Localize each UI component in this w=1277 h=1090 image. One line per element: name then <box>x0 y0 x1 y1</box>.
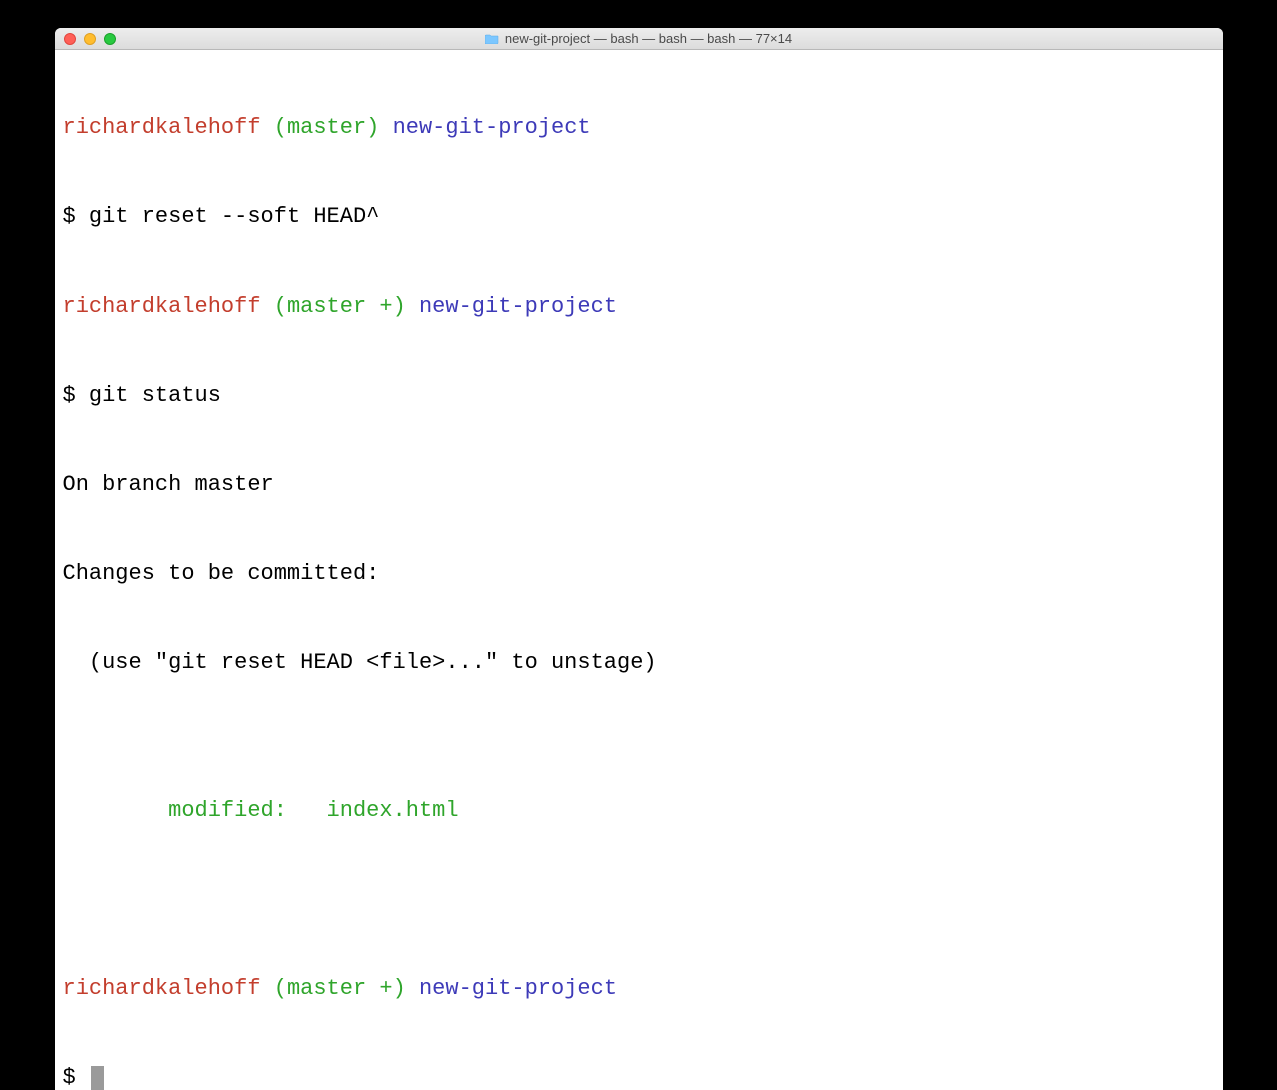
titlebar[interactable]: new-git-project — bash — bash — bash — 7… <box>55 28 1223 50</box>
traffic-lights <box>55 33 116 45</box>
close-icon[interactable] <box>64 33 76 45</box>
prompt-branch: (master +) <box>274 294 406 319</box>
output-unstage-hint: (use "git reset HEAD <file>..." to unsta… <box>63 648 1215 678</box>
output-blank-2 <box>63 885 1215 915</box>
command-status: git status <box>89 383 221 408</box>
folder-icon <box>485 33 499 44</box>
command-line-2: $ git status <box>63 381 1215 411</box>
active-prompt-line[interactable]: $ <box>63 1063 1215 1090</box>
prompt-project: new-git-project <box>419 976 617 1001</box>
maximize-icon[interactable] <box>104 33 116 45</box>
prompt-project: new-git-project <box>419 294 617 319</box>
cursor <box>91 1066 104 1090</box>
prompt-line-1: richardkalehoff (master) new-git-project <box>63 113 1215 143</box>
window-title: new-git-project — bash — bash — bash — 7… <box>55 31 1223 46</box>
prompt-symbol: $ <box>63 1065 76 1090</box>
output-modified: modified: index.html <box>63 796 1215 826</box>
prompt-line-3: richardkalehoff (master +) new-git-proje… <box>63 974 1215 1004</box>
terminal-content[interactable]: richardkalehoff (master) new-git-project… <box>55 50 1223 1090</box>
prompt-branch: (master +) <box>274 976 406 1001</box>
prompt-symbol: $ <box>63 204 76 229</box>
prompt-line-2: richardkalehoff (master +) new-git-proje… <box>63 292 1215 322</box>
terminal-window: new-git-project — bash — bash — bash — 7… <box>55 28 1223 1090</box>
prompt-symbol: $ <box>63 383 76 408</box>
prompt-branch: (master) <box>274 115 380 140</box>
output-on-branch: On branch master <box>63 470 1215 500</box>
output-changes-header: Changes to be committed: <box>63 559 1215 589</box>
prompt-user: richardkalehoff <box>63 115 261 140</box>
prompt-user: richardkalehoff <box>63 294 261 319</box>
minimize-icon[interactable] <box>84 33 96 45</box>
command-line-1: $ git reset --soft HEAD^ <box>63 202 1215 232</box>
window-title-text: new-git-project — bash — bash — bash — 7… <box>505 31 792 46</box>
command-reset: git reset --soft HEAD^ <box>89 204 379 229</box>
prompt-user: richardkalehoff <box>63 976 261 1001</box>
prompt-project: new-git-project <box>393 115 591 140</box>
